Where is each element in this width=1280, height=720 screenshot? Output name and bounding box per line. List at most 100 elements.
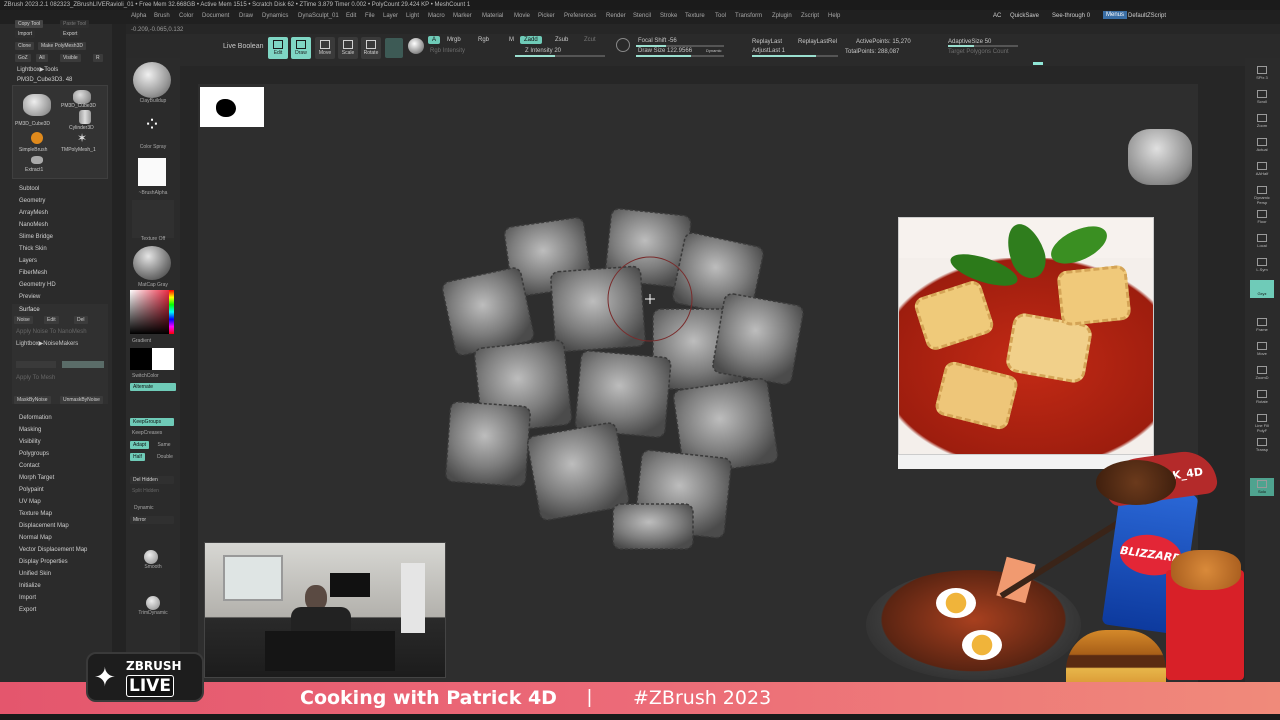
draw-button[interactable]: Draw [291, 37, 311, 59]
ravioli-turntable-preview[interactable] [1128, 129, 1192, 185]
mrgb-toggle[interactable]: Mrgb [443, 36, 465, 44]
hue-strip[interactable] [169, 290, 174, 334]
a-toggle[interactable]: A [428, 36, 441, 44]
zcut-toggle[interactable]: Zcut [580, 36, 600, 44]
zoom-button[interactable]: Zoom [1250, 112, 1274, 130]
paste-tool-button[interactable]: Paste Tool [60, 20, 90, 28]
main-color-swatch[interactable] [130, 348, 152, 370]
seethrough-slider[interactable]: See-through 0 [1052, 13, 1090, 19]
menu-macro[interactable]: Macro [428, 13, 445, 19]
move-view-button[interactable]: Move [1250, 340, 1274, 358]
menu-render[interactable]: Render [606, 13, 626, 19]
menu-brush[interactable]: Brush [154, 13, 170, 19]
transp-button[interactable]: Transp [1250, 436, 1274, 454]
menu-material[interactable]: Material [482, 13, 503, 19]
unified-skin-subpalette[interactable]: Unified Skin [19, 571, 51, 577]
color-sphere-icon[interactable] [408, 38, 424, 54]
rgb-intensity-slider[interactable]: Rgb Intensity [430, 47, 465, 55]
floor-button[interactable]: Floor [1250, 208, 1274, 226]
clone-button[interactable]: Clone [15, 42, 35, 50]
lightbox-noisemakers-button[interactable]: Lightbox▶NoiseMakers [16, 340, 78, 348]
all-button[interactable]: All [36, 54, 48, 62]
copy-tool-button[interactable]: Copy Tool [15, 20, 44, 28]
make-polymesh-button[interactable]: Make PolyMesh3D [38, 42, 86, 50]
menu-light[interactable]: Light [406, 13, 419, 19]
noise-color-slider[interactable] [62, 361, 104, 368]
color-spray-stroke-icon[interactable]: ⁘ [137, 110, 167, 140]
subtool-subpalette[interactable]: Subtool [19, 186, 39, 192]
clay-buildup-brush-icon[interactable] [133, 62, 171, 98]
surface-subpalette[interactable]: Surface [19, 306, 40, 314]
default-zscript-button[interactable]: DefaultZScript [1128, 13, 1166, 19]
apply-to-mesh-button[interactable]: Apply To Mesh [16, 374, 55, 382]
frame-button[interactable]: Frame [1250, 316, 1274, 334]
noise-button[interactable]: Noise [14, 316, 33, 324]
adapt-button[interactable]: Adapt [130, 441, 150, 449]
menu-color[interactable]: Color [179, 13, 193, 19]
export-button[interactable]: Export [60, 30, 81, 38]
noise-del-button[interactable]: Del [74, 316, 88, 324]
menu-tool[interactable]: Tool [715, 13, 726, 19]
aahalf-button[interactable]: AAHalf [1250, 160, 1274, 178]
menu-alpha[interactable]: Alpha [131, 13, 146, 19]
rotate-button[interactable]: Rotate [361, 37, 381, 59]
menu-help[interactable]: Help [828, 13, 840, 19]
matcap-material-icon[interactable] [133, 246, 171, 280]
z-intensity-slider[interactable]: Z Intensity 20 [525, 47, 561, 55]
alternate-button[interactable]: Alternate [130, 383, 176, 391]
adjust-last-track[interactable] [752, 55, 838, 57]
quicksave-button[interactable]: QuickSave [1010, 13, 1039, 19]
smooth-brush-icon[interactable] [144, 550, 158, 564]
menu-layer[interactable]: Layer [383, 13, 398, 19]
solo-button[interactable]: Solo [1250, 478, 1274, 496]
adjust-last-slider[interactable]: AdjustLast 1 [752, 47, 785, 55]
visibility-subpalette[interactable]: Visibility [19, 439, 41, 445]
extract-icon[interactable] [31, 156, 43, 164]
apply-noise-nanomesh-button[interactable]: Apply Noise To NanoMesh [16, 328, 87, 336]
polygroups-subpalette[interactable]: Polygroups [19, 451, 49, 457]
mask-by-noise-button[interactable]: MaskByNoise [14, 396, 51, 404]
mirror-button[interactable]: Mirror [130, 516, 174, 524]
nanomesh-subpalette[interactable]: NanoMesh [19, 222, 48, 228]
deformation-subpalette[interactable]: Deformation [19, 415, 52, 421]
arraymesh-subpalette[interactable]: ArrayMesh [19, 210, 48, 216]
menu-texture[interactable]: Texture [685, 13, 705, 19]
layers-subpalette[interactable]: Layers [19, 258, 37, 264]
texture-map-subpalette[interactable]: Texture Map [19, 511, 52, 517]
draw-size-slider[interactable]: Draw Size 122.9566 [638, 47, 692, 55]
masking-subpalette[interactable]: Masking [19, 427, 41, 433]
r-button[interactable]: R [93, 54, 103, 62]
menu-picker[interactable]: Picker [538, 13, 555, 19]
polyf-button[interactable]: Line Fill PolyF [1250, 412, 1274, 433]
displacement-map-subpalette[interactable]: Displacement Map [19, 523, 69, 529]
ravioli-tool-thumbnail[interactable] [23, 94, 51, 116]
replay-last-button[interactable]: ReplayLast [752, 38, 782, 46]
import-subpalette[interactable]: Import [19, 595, 36, 601]
menu-zscript[interactable]: Zscript [801, 13, 819, 19]
brush-alpha-swatch[interactable] [138, 158, 166, 186]
polypaint-subpalette[interactable]: Polypaint [19, 487, 44, 493]
menu-edit[interactable]: Edit [346, 13, 356, 19]
target-polygons-slider[interactable]: Target Polygons Count [948, 48, 1009, 56]
menu-draw[interactable]: Draw [239, 13, 253, 19]
persp-button[interactable]: Dynamic Persp [1250, 184, 1274, 205]
half-button[interactable]: Half [130, 453, 145, 461]
export-subpalette[interactable]: Export [19, 607, 36, 613]
texture-swatch[interactable] [132, 200, 174, 238]
lightbox-tools-button[interactable]: Lightbox▶Tools [17, 66, 58, 74]
gxyz-button[interactable]: Gxyz [1250, 280, 1274, 298]
menu-stroke[interactable]: Stroke [660, 13, 677, 19]
geometry-hd-subpalette[interactable]: Geometry HD [19, 282, 56, 288]
dynamic-size-toggle[interactable]: Dynamic [706, 47, 722, 55]
geometry-subpalette[interactable]: Geometry [19, 198, 45, 204]
keepgroups-button[interactable]: KeepGroups [130, 418, 174, 426]
menu-zplugin[interactable]: Zplugin [772, 13, 792, 19]
fibermesh-subpalette[interactable]: FiberMesh [19, 270, 47, 276]
del-hidden-button[interactable]: Del Hidden [130, 476, 174, 484]
scale-button[interactable]: Scale [338, 37, 358, 59]
z-intensity-track[interactable] [515, 55, 605, 57]
material-sphere-icon[interactable] [385, 38, 403, 58]
menu-movie[interactable]: Movie [514, 13, 530, 19]
rgb-toggle[interactable]: Rgb [474, 36, 493, 44]
slime-bridge-subpalette[interactable]: Slime Bridge [19, 234, 53, 240]
